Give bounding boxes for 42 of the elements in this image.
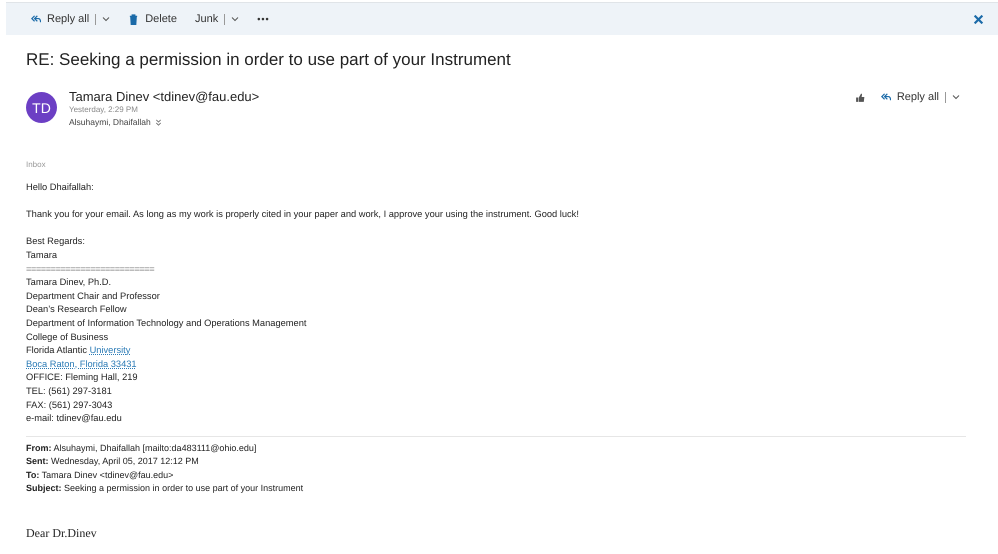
- reply-all-icon: [880, 92, 891, 102]
- address-link[interactable]: Boca Raton, Florida 33431: [26, 358, 137, 369]
- body-text: Department of Information Technology and Operations Management: [26, 316, 308, 330]
- body-text: e-mail: tdinev@fau.edu: [26, 412, 123, 426]
- recipient-name: Alsuhaymi, Dhaifallah: [69, 116, 151, 128]
- sender-name: Tamara Dinev <tdinev@fau.edu>: [69, 89, 260, 104]
- header-line: Sent: Wednesday, April 05, 2017 12:12 PM: [26, 455, 200, 468]
- reply-all-button[interactable]: Reply all: [28, 11, 112, 27]
- folder-label: Inbox: [26, 160, 47, 169]
- chevron-icon: [952, 93, 960, 101]
- reply-all-button[interactable]: Reply all: [878, 89, 962, 105]
- quoted-greeting: Dear Dr.Dinev: [26, 526, 98, 542]
- close-icon: [973, 14, 984, 24]
- reply-all-icon: [30, 14, 41, 24]
- chevron-icon: [102, 15, 110, 23]
- body-text: Hello Dhaifallah:: [26, 181, 95, 194]
- trash-icon: [128, 14, 140, 24]
- header-line: To: Tamara Dinev <tdinev@fau.edu>: [26, 468, 174, 482]
- body-text: Thank you for your email. As long as my work is properly cited in your paper and work, I approve your using the instrument. Good luck!: [26, 208, 580, 222]
- body-text: Tamara Dinev, Ph.D.: [26, 276, 112, 290]
- timestamp: Yesterday, 2:29 PM: [69, 104, 139, 116]
- body-text: Tamara: [26, 248, 58, 262]
- body-text: College of Business: [26, 330, 110, 344]
- separator-text: ==========================: [26, 262, 156, 276]
- avatar: TD: [26, 92, 57, 123]
- delete-button[interactable]: Delete: [126, 11, 179, 27]
- body-text: Dean’s Research Fellow: [26, 303, 128, 316]
- header-line: From: Alsuhaymi, Dhaifallah [mailto:da483111@ohio.edu]: [26, 442, 258, 455]
- junk-button[interactable]: Junk: [192, 11, 242, 27]
- like-icon[interactable]: [854, 92, 866, 102]
- expand-icon[interactable]: [154, 118, 162, 126]
- body-text: OFFICE: Fleming Hall, 219: [26, 371, 139, 384]
- body-text: Best Regards:: [26, 235, 86, 248]
- body-text: Department Chair and Professor: [26, 290, 161, 303]
- more-button[interactable]: •••: [255, 12, 272, 26]
- body-text: FAX: (561) 297-3043: [26, 398, 114, 412]
- header-line: Subject: Seeking a permission in order to use part of your Instrument: [26, 482, 304, 496]
- email-subject: RE: Seeking a permission in order to use part of your Instrument: [26, 50, 512, 71]
- chevron-icon: [231, 15, 240, 23]
- body-text: Florida Atlantic: [26, 345, 87, 356]
- university-link[interactable]: University: [90, 345, 130, 356]
- body-text: TEL: (561) 297-3181: [26, 384, 113, 398]
